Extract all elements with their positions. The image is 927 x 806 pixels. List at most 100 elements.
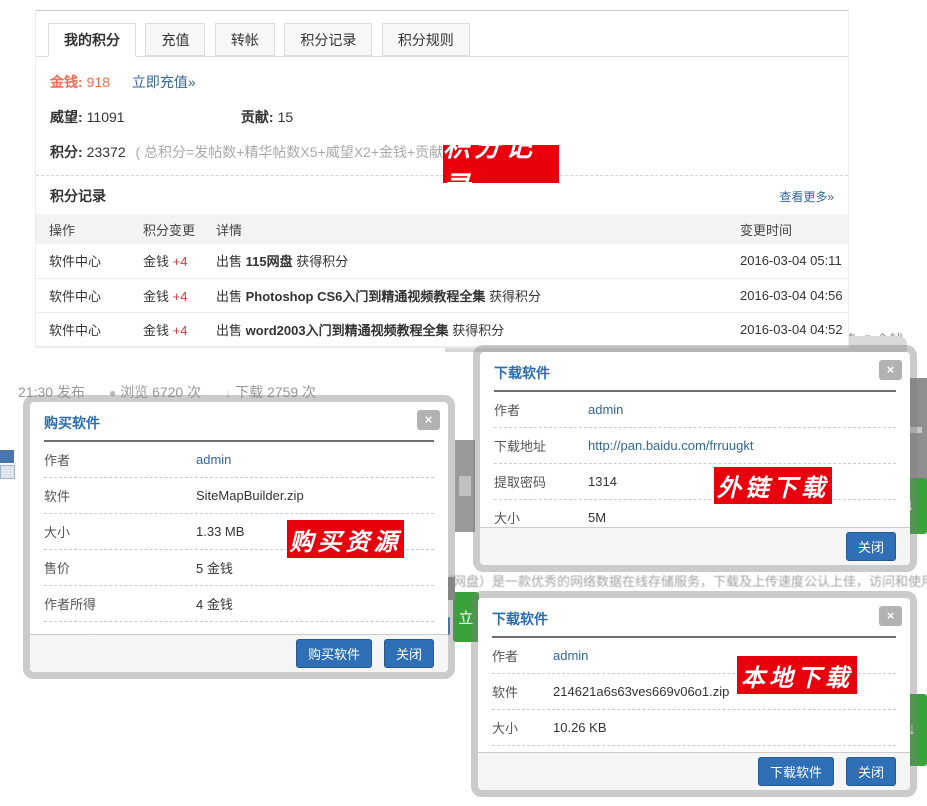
change-delta: +4 bbox=[173, 254, 188, 269]
col-header-time: 变更时间 bbox=[740, 214, 848, 244]
detail-prefix: 出售 bbox=[216, 289, 246, 304]
divider bbox=[36, 175, 848, 176]
tab-credit-log[interactable]: 积分记录 bbox=[284, 23, 372, 56]
author-value: admin bbox=[553, 648, 588, 663]
detail-cell: 出售 word2003入门到精通视频教程全集 获得积分 bbox=[216, 312, 740, 346]
table-row: 软件中心 金钱 +4 出售 word2003入门到精通视频教程全集 获得积分 2… bbox=[36, 312, 848, 346]
size-value: 5M bbox=[588, 510, 606, 525]
close-button[interactable]: 关闭 bbox=[846, 532, 896, 561]
section-header: 积分记录 查看更多» bbox=[50, 186, 834, 206]
close-icon[interactable]: × bbox=[879, 606, 902, 626]
dialog-header: 下载软件 × bbox=[480, 352, 910, 390]
credits-panel: 我的积分 充值 转帐 积分记录 积分规则 金钱:918 立即充值» 威望:110… bbox=[35, 10, 849, 348]
publish-time: 21:30 发布 bbox=[18, 384, 85, 400]
col-header-change: 积分变更 bbox=[143, 214, 216, 244]
recharge-link[interactable]: 立即充值» bbox=[132, 74, 196, 90]
credits-value: 23372 bbox=[87, 144, 126, 160]
row-label: 作者所得 bbox=[44, 594, 196, 613]
close-icon[interactable]: × bbox=[879, 360, 902, 380]
op-cell: 软件中心 bbox=[36, 244, 143, 278]
change-delta: +4 bbox=[173, 323, 188, 338]
row-label: 售价 bbox=[44, 558, 196, 577]
close-button[interactable]: 关闭 bbox=[846, 757, 896, 786]
detail-item: word2003入门到精通视频教程全集 bbox=[246, 323, 449, 338]
dialog-title: 购买软件 bbox=[44, 415, 100, 431]
tab-bar: 我的积分 充值 转帐 积分记录 积分规则 bbox=[36, 23, 848, 57]
section-title: 积分记录 bbox=[50, 186, 106, 206]
stamp-local-download: 本地下载 bbox=[737, 656, 857, 694]
detail-suffix: 获得积分 bbox=[485, 289, 541, 304]
row-label: 下载地址 bbox=[494, 436, 588, 455]
stamp-credit-log: 积分记录 bbox=[443, 145, 559, 183]
money-label: 金钱: bbox=[50, 74, 83, 90]
detail-item: 115网盘 bbox=[246, 254, 293, 269]
size-value: 1.33 MB bbox=[196, 524, 244, 539]
dialog-row: 作者admin bbox=[44, 442, 434, 478]
stamp-buy-resource: 购买资源 bbox=[287, 520, 404, 558]
time-cell: 2016-03-04 05:11 bbox=[740, 244, 848, 278]
price-value: 5 金钱 bbox=[196, 558, 233, 577]
money-value: 918 bbox=[87, 74, 110, 90]
close-button[interactable]: 关闭 bbox=[384, 639, 434, 668]
buy-button[interactable]: 购买软件 bbox=[296, 639, 372, 668]
author-income-value: 4 金钱 bbox=[196, 594, 233, 613]
prestige-line: 威望:11091 贡献:15 bbox=[50, 107, 834, 127]
file-value: SiteMapBuilder.zip bbox=[196, 488, 304, 503]
view-more-link[interactable]: 查看更多» bbox=[779, 188, 834, 205]
table-row: 软件中心 金钱 +4 出售 Photoshop CS6入门到精通视频教程全集 获… bbox=[36, 278, 848, 312]
views-count: 浏览 6720 次 bbox=[120, 384, 201, 400]
detail-suffix: 获得积分 bbox=[449, 323, 505, 338]
bg-button-glyph: 立 bbox=[458, 607, 473, 628]
change-cell: 金钱 +4 bbox=[143, 244, 216, 278]
row-label: 提取密码 bbox=[494, 472, 588, 491]
dialog-footer: 关闭 bbox=[480, 527, 910, 565]
row-label: 作者 bbox=[44, 450, 196, 469]
stamp-external-download: 外链下载 bbox=[714, 467, 832, 504]
tab-my-credits[interactable]: 我的积分 bbox=[48, 23, 136, 57]
change-cell: 金钱 +4 bbox=[143, 278, 216, 312]
prestige-label: 威望: bbox=[50, 109, 83, 125]
dialog-row: 软件SiteMapBuilder.zip bbox=[44, 478, 434, 514]
credits-line: 积分:23372 ( 总积分=发帖数+精华帖数X5+威望X2+金钱+贡献 ) bbox=[50, 142, 834, 162]
time-cell: 2016-03-04 04:52 bbox=[740, 312, 848, 346]
credits-label: 积分: bbox=[50, 144, 83, 160]
money-line: 金钱:918 立即充值» bbox=[50, 72, 834, 92]
size-value: 10.26 KB bbox=[553, 720, 607, 735]
change-cell: 金钱 +4 bbox=[143, 312, 216, 346]
contribution-label: 贡献: bbox=[241, 109, 274, 125]
tab-credit-rules[interactable]: 积分规则 bbox=[382, 23, 470, 56]
detail-prefix: 出售 bbox=[216, 323, 246, 338]
bg-description-text: （网盘）是一款优秀的网络数据在线存储服务，下载及上传速度公认上佳，访问和使用 bbox=[440, 571, 927, 590]
link-download-dialog: 下载软件 × 作者admin 下载地址http://pan.baidu.com/… bbox=[480, 352, 910, 565]
change-type: 金钱 bbox=[143, 323, 169, 338]
download-button[interactable]: 下载软件 bbox=[758, 757, 834, 786]
dialog-row: 提取密码1314 bbox=[494, 464, 896, 500]
dialog-row: 下载地址http://pan.baidu.com/frruugkt bbox=[494, 428, 896, 464]
credit-log-table: 操作 积分变更 详情 变更时间 软件中心 金钱 +4 出售 115网盘 获得积分… bbox=[36, 214, 848, 347]
row-label: 作者 bbox=[492, 646, 553, 665]
tab-recharge[interactable]: 充值 bbox=[145, 23, 205, 56]
tab-transfer[interactable]: 转帐 bbox=[215, 23, 275, 56]
bg-left-blue-fragment bbox=[0, 450, 14, 463]
bg-green-button-fragment: 立 bbox=[453, 592, 479, 642]
post-meta-line: 21:30 发布●浏览 6720 次↓下载 2759 次 bbox=[18, 382, 316, 402]
dialog-title: 下载软件 bbox=[492, 611, 548, 627]
close-icon[interactable]: × bbox=[417, 410, 440, 430]
author-value: admin bbox=[196, 452, 231, 467]
col-header-op: 操作 bbox=[36, 214, 143, 244]
prestige-value: 11091 bbox=[87, 109, 125, 125]
credits-formula: ( 总积分=发帖数+精华帖数X5+威望X2+金钱+贡献 ) bbox=[136, 144, 452, 160]
dialog-header: 下载软件 × bbox=[478, 598, 910, 636]
detail-cell: 出售 115网盘 获得积分 bbox=[216, 244, 740, 278]
row-label: 大小 bbox=[492, 718, 553, 737]
detail-prefix: 出售 bbox=[216, 254, 246, 269]
change-type: 金钱 bbox=[143, 254, 169, 269]
change-type: 金钱 bbox=[143, 289, 169, 304]
op-cell: 软件中心 bbox=[36, 278, 143, 312]
bg-gray-strip bbox=[455, 440, 475, 532]
detail-item: Photoshop CS6入门到精通视频教程全集 bbox=[246, 289, 486, 304]
password-value: 1314 bbox=[588, 474, 617, 489]
download-url[interactable]: http://pan.baidu.com/frruugkt bbox=[588, 438, 753, 453]
views-icon: ● bbox=[109, 386, 116, 400]
dialog-row: 大小10.26 KB bbox=[492, 710, 896, 746]
